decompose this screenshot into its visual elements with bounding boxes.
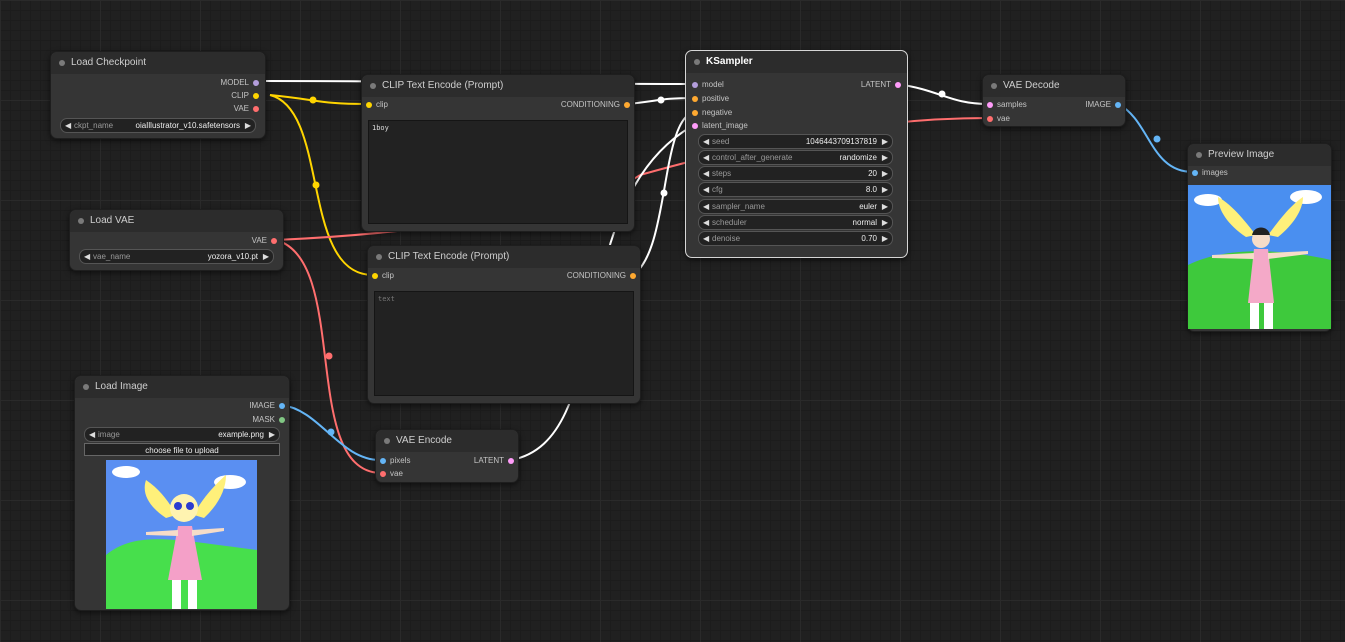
preview-image-node[interactable]: Preview Image images: [1187, 143, 1332, 332]
ksampler-node[interactable]: KSampler model positive negative latent_…: [685, 50, 908, 258]
collapse-dot-icon[interactable]: [384, 438, 390, 444]
node-title[interactable]: CLIP Text Encode (Prompt): [368, 246, 640, 268]
load-checkpoint-node[interactable]: Load Checkpoint MODEL CLIP VAE ◀ ckpt_na…: [50, 51, 266, 139]
output-latent[interactable]: LATENT: [474, 456, 516, 466]
wire-image-pixels: [281, 404, 381, 461]
load-vae-node[interactable]: Load VAE VAE ◀ vae_name yozora_v10.pt ▶: [69, 209, 284, 271]
input-positive[interactable]: positive: [690, 94, 729, 104]
node-title[interactable]: CLIP Text Encode (Prompt): [362, 75, 634, 97]
output-conditioning[interactable]: CONDITIONING: [561, 100, 632, 110]
vae-encode-node[interactable]: VAE Encode pixels vae LATENT: [375, 429, 519, 483]
arrow-left-icon[interactable]: ◀: [65, 119, 71, 132]
arrow-left-icon[interactable]: ◀: [703, 200, 709, 213]
arrow-left-icon[interactable]: ◀: [703, 216, 709, 229]
output-vae[interactable]: VAE: [252, 236, 279, 246]
arrow-right-icon[interactable]: ▶: [882, 135, 888, 148]
arrow-left-icon[interactable]: ◀: [703, 135, 709, 148]
collapse-dot-icon[interactable]: [991, 83, 997, 89]
output-vae[interactable]: VAE: [234, 104, 261, 114]
arrow-right-icon[interactable]: ▶: [882, 216, 888, 229]
collapse-dot-icon[interactable]: [694, 59, 700, 65]
seed-widget[interactable]: ◀ seed 1046443709137819 ▶: [698, 134, 893, 149]
clip-text-encode-positive-node[interactable]: CLIP Text Encode (Prompt) clip CONDITION…: [361, 74, 635, 232]
node-title[interactable]: VAE Encode: [376, 430, 518, 452]
input-latent-image[interactable]: latent_image: [690, 121, 748, 131]
arrow-right-icon[interactable]: ▶: [882, 183, 888, 196]
output-clip[interactable]: CLIP: [231, 91, 261, 101]
clip-text-encode-negative-node[interactable]: CLIP Text Encode (Prompt) clip CONDITION…: [367, 245, 641, 404]
steps-widget[interactable]: ◀ steps 20 ▶: [698, 166, 893, 181]
generated-preview-image: [1188, 185, 1331, 329]
input-negative[interactable]: negative: [690, 108, 732, 118]
wire-vae-encode: [275, 239, 381, 474]
input-images[interactable]: images: [1190, 168, 1228, 178]
upload-button[interactable]: choose file to upload: [84, 443, 280, 456]
wire-clip-pos: [269, 94, 368, 105]
output-model[interactable]: MODEL: [221, 78, 261, 88]
arrow-right-icon[interactable]: ▶: [882, 151, 888, 164]
node-title[interactable]: KSampler: [686, 51, 907, 73]
output-latent[interactable]: LATENT: [861, 80, 903, 90]
arrow-left-icon[interactable]: ◀: [703, 167, 709, 180]
node-title[interactable]: Preview Image: [1188, 144, 1331, 166]
input-clip[interactable]: clip: [370, 271, 394, 281]
scheduler-widget[interactable]: ◀ scheduler normal ▶: [698, 215, 893, 230]
vae-name-combo[interactable]: ◀ vae_name yozora_v10.pt ▶: [79, 249, 274, 264]
collapse-dot-icon[interactable]: [1196, 152, 1202, 158]
wire-image-preview: [1117, 103, 1194, 173]
node-title[interactable]: Load Checkpoint: [51, 52, 265, 74]
arrow-right-icon[interactable]: ▶: [263, 250, 269, 263]
collapse-dot-icon[interactable]: [59, 60, 65, 66]
arrow-left-icon[interactable]: ◀: [703, 232, 709, 245]
output-conditioning[interactable]: CONDITIONING: [567, 271, 638, 281]
collapse-dot-icon[interactable]: [83, 384, 89, 390]
image-combo[interactable]: ◀ image example.png ▶: [84, 427, 280, 442]
input-vae[interactable]: vae: [378, 469, 403, 479]
load-image-node[interactable]: Load Image IMAGE MASK ◀ image example.pn…: [74, 375, 290, 611]
arrow-right-icon[interactable]: ▶: [882, 232, 888, 245]
output-mask[interactable]: MASK: [252, 415, 287, 425]
collapse-dot-icon[interactable]: [376, 254, 382, 260]
output-image[interactable]: IMAGE: [249, 401, 287, 411]
control-after-generate-widget[interactable]: ◀ control_after_generate randomize ▶: [698, 150, 893, 165]
input-clip[interactable]: clip: [364, 100, 388, 110]
loaded-image-preview: [106, 460, 257, 609]
arrow-right-icon[interactable]: ▶: [269, 428, 275, 441]
denoise-widget[interactable]: ◀ denoise 0.70 ▶: [698, 231, 893, 246]
wire-latent-out: [896, 83, 989, 105]
prompt-textarea[interactable]: 1boy: [368, 120, 628, 224]
input-vae[interactable]: vae: [985, 114, 1010, 124]
input-pixels[interactable]: pixels: [378, 456, 410, 466]
node-title[interactable]: Load Image: [75, 376, 289, 398]
arrow-left-icon[interactable]: ◀: [703, 183, 709, 196]
arrow-left-icon[interactable]: ◀: [703, 151, 709, 164]
node-title[interactable]: Load VAE: [70, 210, 283, 232]
input-samples[interactable]: samples: [985, 100, 1027, 110]
ckpt-name-combo[interactable]: ◀ ckpt_name oiaIllustrator_v10.safetenso…: [60, 118, 256, 133]
collapse-dot-icon[interactable]: [78, 218, 84, 224]
vae-decode-node[interactable]: VAE Decode samples vae IMAGE: [982, 74, 1126, 127]
input-model[interactable]: model: [690, 80, 724, 90]
collapse-dot-icon[interactable]: [370, 83, 376, 89]
cfg-widget[interactable]: ◀ cfg 8.0 ▶: [698, 182, 893, 197]
sampler-name-widget[interactable]: ◀ sampler_name euler ▶: [698, 199, 893, 214]
arrow-right-icon[interactable]: ▶: [882, 167, 888, 180]
node-title[interactable]: VAE Decode: [983, 75, 1125, 97]
arrow-right-icon[interactable]: ▶: [245, 119, 251, 132]
output-image[interactable]: IMAGE: [1085, 100, 1123, 110]
wire-clip-neg: [269, 94, 374, 276]
prompt-textarea[interactable]: text: [374, 291, 634, 396]
arrow-left-icon[interactable]: ◀: [84, 250, 90, 263]
arrow-left-icon[interactable]: ◀: [89, 428, 95, 441]
wire-positive: [626, 97, 695, 105]
arrow-right-icon[interactable]: ▶: [882, 200, 888, 213]
